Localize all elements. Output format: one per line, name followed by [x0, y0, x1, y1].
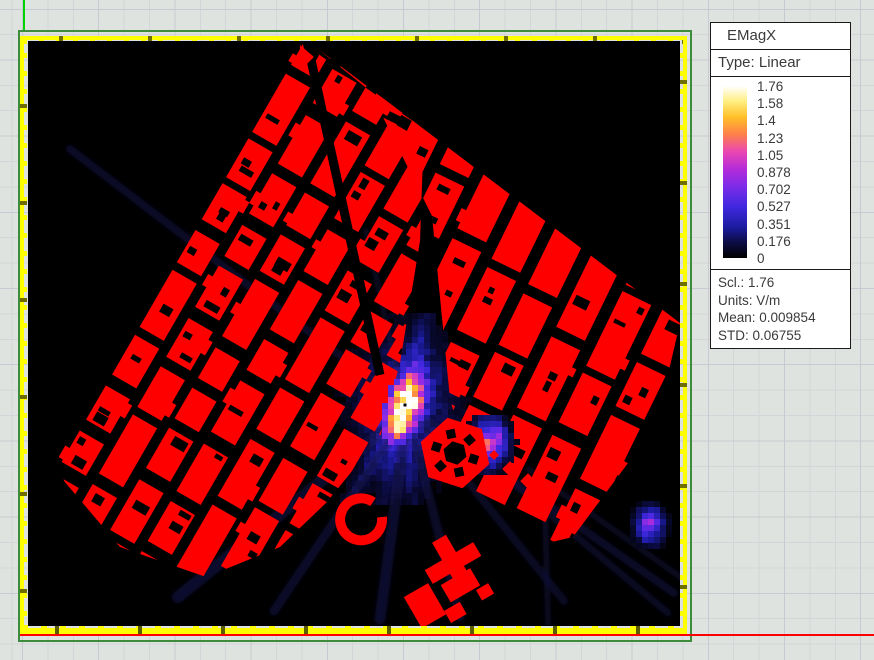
colorbar-label: 1.23 [757, 130, 791, 147]
terrain-outline-right [680, 36, 687, 634]
legend-stats: Scl.: 1.76 Units: V/m Mean: 0.009854 STD… [711, 270, 850, 348]
colorbar-label: 0.176 [757, 233, 791, 250]
colorbar-labels: 1.761.581.41.231.050.8780.7020.5270.3510… [757, 78, 791, 267]
legend-colorbar-section: 1.761.581.41.231.050.8780.7020.5270.3510… [711, 77, 850, 270]
colorbar-label: 1.4 [757, 112, 791, 129]
stat-std: STD: 0.06755 [718, 327, 850, 345]
stat-scale: Scl.: 1.76 [718, 274, 850, 292]
legend-scale-type: Type: Linear [711, 50, 850, 77]
colorbar-label: 1.58 [757, 95, 791, 112]
stat-mean: Mean: 0.009854 [718, 309, 850, 327]
colorbar-label: 0 [757, 250, 791, 267]
x-axis-line [20, 634, 874, 636]
secondary-glow-2 [630, 501, 672, 549]
legend-panel[interactable]: EMagX Type: Linear 1.761.581.41.231.050.… [710, 22, 851, 349]
colorbar-label: 1.76 [757, 78, 791, 95]
colorbar-label: 0.878 [757, 164, 791, 181]
colorbar-label: 1.05 [757, 147, 791, 164]
field-map-canvas[interactable] [28, 41, 680, 626]
colorbar-label: 0.702 [757, 181, 791, 198]
y-axis-line [23, 0, 25, 32]
terrain-outline-bottom [22, 625, 686, 634]
colorbar-label: 0.527 [757, 198, 791, 215]
colorbar-label: 0.351 [757, 216, 791, 233]
colorbar [723, 86, 747, 258]
workspace: EMagX Type: Linear 1.761.581.41.231.050.… [0, 0, 874, 660]
stat-units: Units: V/m [718, 292, 850, 310]
city-field-plot [28, 41, 680, 626]
terrain-outline-left [20, 36, 27, 634]
legend-title: EMagX [711, 23, 850, 50]
